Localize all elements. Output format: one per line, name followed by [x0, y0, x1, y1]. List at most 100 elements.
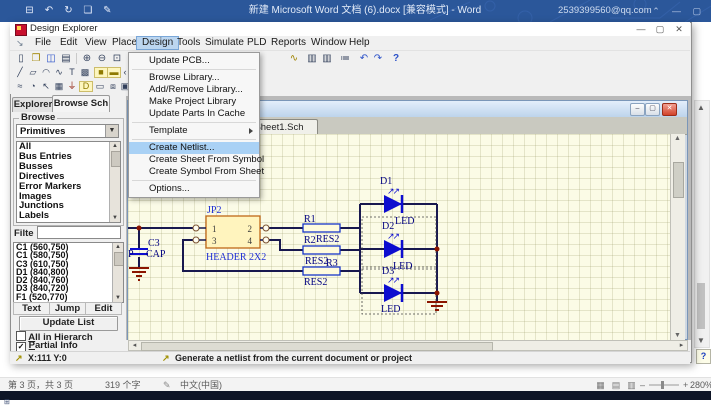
r2-designator[interactable]: R2 — [304, 235, 316, 246]
checkbox-partial-info[interactable]: ✓ Partial Info — [16, 341, 78, 351]
checkbox-icon[interactable] — [16, 331, 26, 341]
windows-taskbar[interactable]: ⊞ — [0, 391, 711, 400]
text-tool-icon[interactable]: T — [66, 66, 78, 79]
read-mode-icon[interactable]: ▦ — [594, 378, 607, 392]
account-name[interactable]: 2539399560@qq.com — [558, 0, 652, 22]
bezier-tool-icon[interactable]: ≈ — [14, 80, 26, 93]
page-indicator[interactable]: 第 3 页，共 3 页 — [8, 378, 73, 392]
library-icon[interactable]: ▥ — [320, 52, 334, 66]
minimize-button[interactable]: — — [668, 0, 684, 22]
zoom-in-icon[interactable]: ⊕ — [80, 52, 94, 66]
scrollbar-thumb[interactable] — [114, 252, 124, 266]
led-d1[interactable]: ↗↗ D1 LED — [380, 176, 414, 227]
menu-item-create-netlist[interactable]: Create Netlist... — [129, 142, 259, 154]
line-tool-icon[interactable]: ╱ — [14, 66, 26, 79]
save-icon[interactable]: ⊟ — [22, 0, 37, 22]
d3-comment[interactable]: LED — [381, 304, 400, 315]
zoom-slider-thumb[interactable] — [661, 381, 664, 389]
language-indicator[interactable]: 中文(中国) — [180, 378, 222, 392]
r1-designator[interactable]: R1 — [304, 214, 316, 225]
menu-item-update-pcb[interactable]: Update PCB... — [129, 55, 259, 67]
browse-mode-select[interactable]: Primitives ▼ — [16, 124, 119, 138]
word-count[interactable]: 319 个字 — [105, 378, 141, 392]
zoom-out-icon[interactable]: ⊖ — [95, 52, 109, 66]
scrollbar-thumb[interactable] — [697, 283, 705, 329]
undo-icon[interactable]: ↶ — [357, 52, 371, 66]
capacitor-c3[interactable]: C3 CAP P — [128, 238, 166, 260]
jump-button[interactable]: Jump — [49, 302, 86, 315]
help-icon[interactable]: ? — [696, 349, 711, 364]
zoom-slider[interactable] — [649, 384, 679, 386]
open-folder-icon[interactable]: ❐ — [29, 52, 43, 66]
doc-maximize-button[interactable]: ▢ — [645, 103, 660, 116]
menu-item-options[interactable]: Options... — [129, 183, 259, 195]
new-document-icon[interactable]: ▯ — [14, 52, 28, 66]
scroll-down-icon[interactable]: ▼ — [671, 332, 684, 339]
polyline-tool-icon[interactable]: D — [79, 81, 93, 92]
library-open-icon[interactable]: ▥ — [305, 52, 319, 66]
d1-designator[interactable]: D1 — [380, 176, 392, 187]
curve-tool-icon[interactable]: ∿ — [53, 66, 65, 79]
document-vertical-scrollbar[interactable]: ▲ ▼ — [670, 134, 685, 340]
text-button[interactable]: Text — [13, 302, 50, 315]
menu-item-create-symbol-from-sheet[interactable]: Create Symbol From Sheet — [129, 166, 259, 178]
app-close-button[interactable]: ✕ — [670, 22, 688, 36]
list-item[interactable]: Labels — [17, 211, 120, 221]
list-item[interactable]: F1 (520,770) — [14, 293, 123, 301]
scroll-right-icon[interactable]: ▸ — [676, 341, 687, 350]
redo-icon[interactable]: ↻ — [61, 0, 76, 22]
chevron-down-icon[interactable]: ▼ — [105, 125, 118, 137]
simulate-wave-icon[interactable]: ∿ — [287, 52, 301, 66]
menu-item-create-sheet-from-symbol[interactable]: Create Sheet From Symbol — [129, 154, 259, 166]
menu-item-update-parts-in-cache[interactable]: Update Parts In Cache — [129, 108, 259, 120]
app-minimize-button[interactable]: — — [632, 22, 650, 36]
filter-input[interactable] — [37, 226, 121, 239]
menu-item-add-remove-library[interactable]: Add/Remove Library... — [129, 84, 259, 96]
save-icon[interactable]: ◫ — [44, 52, 58, 66]
edit-button[interactable]: Edit — [85, 302, 122, 315]
primitives-scrollbar[interactable]: ▲ ▼ — [112, 243, 123, 302]
zoom-page-icon[interactable]: ⊡ — [110, 52, 124, 66]
proofing-icon[interactable]: ✎ — [163, 378, 171, 392]
update-list-button[interactable]: Update List — [19, 316, 118, 331]
print-icon[interactable]: ▤ — [59, 52, 73, 66]
doc-close-button[interactable]: ✕ — [662, 103, 677, 116]
word-vertical-scrollbar[interactable]: ▲ ▼ — [694, 100, 710, 348]
arc-tool-icon[interactable]: ◠ — [40, 66, 52, 79]
jp2-designator[interactable]: JP2 — [207, 205, 221, 216]
app-maximize-button[interactable]: ▢ — [651, 22, 669, 36]
r2-comment[interactable]: RES2 — [305, 256, 328, 267]
help-icon[interactable]: ? — [389, 52, 403, 66]
system-menu-icon[interactable]: ↘ — [16, 36, 30, 50]
d2-designator[interactable]: D2 — [382, 221, 394, 232]
zoom-level[interactable]: 280% — [690, 378, 711, 392]
c3-designator[interactable]: C3 — [148, 238, 160, 249]
menu-item-browse-library[interactable]: Browse Library... — [129, 72, 259, 84]
category-scrollbar[interactable]: ▲ ▼ — [109, 142, 120, 222]
led-d2[interactable]: ↗↗ D2 LED — [382, 221, 412, 272]
start-button-icon[interactable]: ⊞ — [4, 399, 10, 406]
menu-file[interactable]: File — [30, 36, 56, 50]
category-listbox[interactable]: All Bus Entries Busses Directives Error … — [16, 141, 121, 223]
d3-designator[interactable]: D3 — [382, 266, 394, 277]
box2-tool-icon[interactable]: ⧈ — [107, 80, 119, 93]
scroll-up-icon[interactable]: ▲ — [113, 244, 123, 250]
scroll-down-icon[interactable]: ▼ — [113, 295, 123, 301]
zoom-out-button[interactable]: – — [640, 378, 645, 392]
tab-browse-sch[interactable]: Browse Sch — [52, 95, 110, 112]
menu-edit[interactable]: Edit — [55, 36, 82, 50]
redo-icon[interactable]: ↷ — [371, 52, 385, 66]
scroll-up-icon[interactable]: ▲ — [695, 103, 707, 112]
scrollbar-thumb[interactable] — [141, 342, 493, 351]
netlist-icon[interactable]: ≔ — [338, 52, 352, 66]
r3-designator[interactable]: R3 — [326, 258, 338, 269]
led-d3[interactable]: ↗↗ D3 LED — [381, 266, 402, 315]
scroll-up-icon[interactable]: ▲ — [671, 135, 684, 142]
image-tool-icon[interactable]: ▩ — [79, 66, 91, 79]
c3-comment[interactable]: CAP — [146, 249, 166, 260]
connector-jp2[interactable]: 1 2 3 4 JP2 HEADER 2X2 — [193, 205, 269, 263]
scroll-left-icon[interactable]: ◂ — [129, 341, 140, 350]
menu-item-make-project-library[interactable]: Make Project Library — [129, 96, 259, 108]
rect-tool-icon[interactable]: ■ — [94, 67, 108, 78]
scrollbar-thumb[interactable] — [111, 151, 121, 167]
